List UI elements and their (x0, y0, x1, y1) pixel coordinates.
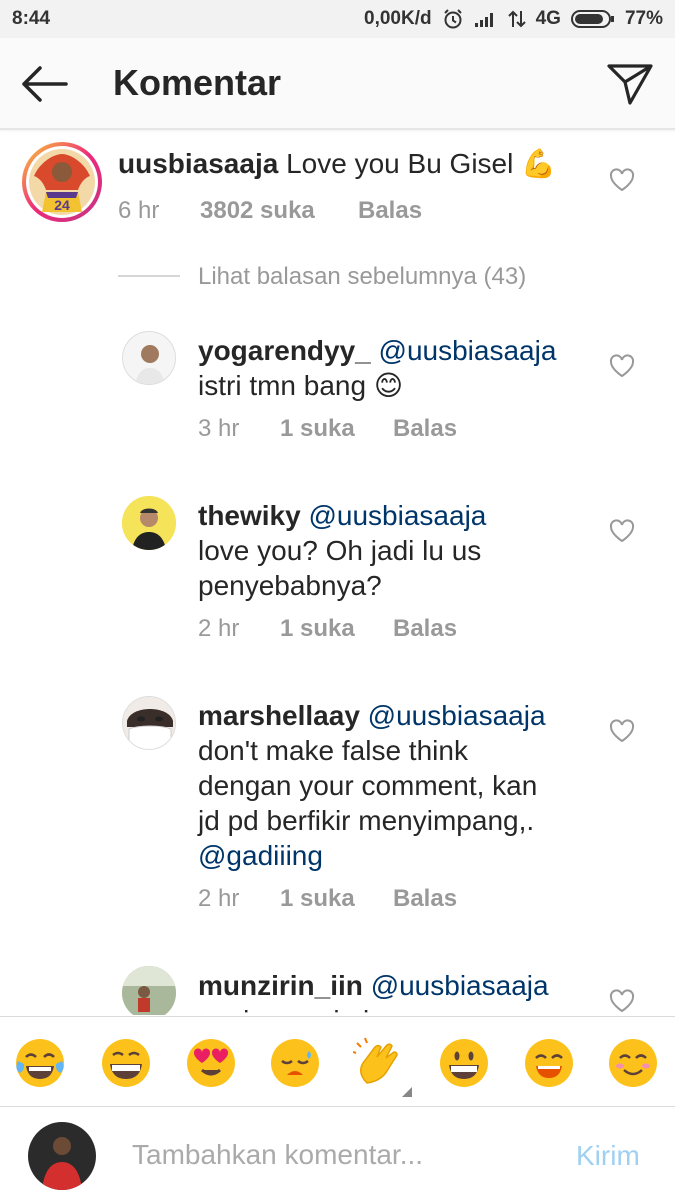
status-bar: 8:44 0,00K/d 4G 77% (0, 0, 675, 38)
comment-text-line: penyebabnya? (198, 570, 382, 601)
comment-mention[interactable]: @uusbiasaaja (368, 700, 546, 731)
comment-time: 2 hr (198, 885, 240, 912)
comment-mention[interactable]: @uusbiasaaja (308, 500, 486, 531)
grinning-smiling-eyes-emoji-icon[interactable] (523, 1037, 575, 1089)
basketball-player-avatar-icon: 24 (26, 146, 98, 218)
comment-meta: 6 hr 3802 suka Balas (118, 197, 422, 225)
alarm-icon (442, 8, 464, 30)
comment-text: Love you Bu Gisel (286, 148, 514, 179)
battery-icon (570, 9, 615, 29)
reply-comment: munzirin_iin @uusbiasaaja sopi sonoai aj… (0, 960, 675, 1015)
more-variants-indicator-icon (402, 1087, 412, 1097)
flexed-biceps-emoji: 💪 (521, 148, 556, 179)
comment-likes[interactable]: 3802 suka (200, 197, 358, 225)
divider (118, 275, 180, 277)
app-bar: Komentar (0, 38, 675, 130)
comment-mention[interactable]: @uusbiasaaja (371, 970, 549, 1001)
heart-icon[interactable] (609, 719, 635, 743)
comment-input[interactable] (132, 1135, 552, 1175)
comment-likes[interactable]: 1 suka (280, 415, 393, 443)
status-time: 8:44 (12, 8, 51, 29)
page-title: Komentar (113, 62, 282, 103)
comment-text-line: don't make false think (198, 735, 468, 766)
comment-username[interactable]: uusbiasaaja (118, 148, 278, 179)
comments-list[interactable]: 24 uusbiasaaja Love you Bu Gisel 💪 6 hr … (0, 130, 675, 1015)
user-photo-icon (28, 1122, 96, 1190)
comment-meta: 2 hr 1 suka Balas (198, 615, 457, 643)
reply-button[interactable]: Balas (393, 885, 457, 913)
reply-comment: yogarendyy_ @uusbiasaaja istri tmn bang … (0, 325, 675, 465)
heart-icon[interactable] (609, 989, 635, 1013)
comment-mention[interactable]: @gadiiing (198, 840, 323, 871)
comment-meta: 3 hr 1 suka Balas (198, 415, 457, 443)
comment-body: yogarendyy_ @uusbiasaaja istri tmn bang … (198, 333, 556, 403)
arrow-left-icon (22, 66, 68, 102)
comment-meta: 2 hr 1 suka Balas (198, 885, 457, 913)
comment-likes[interactable]: 1 suka (280, 885, 393, 913)
reply-button[interactable]: Balas (393, 415, 457, 443)
comment-text-line: sopi sonoai aja (198, 1005, 385, 1015)
avatar[interactable] (122, 331, 176, 385)
post-button[interactable]: Kirim (576, 1140, 640, 1172)
clapping-hands-emoji-icon[interactable] (353, 1037, 405, 1089)
main-comment: 24 uusbiasaaja Love you Bu Gisel 💪 6 hr … (0, 130, 675, 290)
current-user-avatar (28, 1122, 96, 1190)
back-button[interactable] (18, 60, 70, 108)
svg-text:24: 24 (54, 197, 70, 213)
comment-time: 6 hr (118, 197, 160, 224)
share-button[interactable] (604, 58, 656, 110)
heart-eyes-emoji-icon[interactable] (185, 1037, 237, 1089)
heart-icon[interactable] (609, 519, 635, 543)
avatar[interactable] (122, 696, 176, 750)
user-photo-icon (123, 697, 175, 749)
comment-username[interactable]: yogarendyy_ (198, 335, 371, 366)
user-photo-icon (135, 345, 165, 384)
comment-text-line: dengan your comment, kan (198, 770, 538, 801)
comment-username[interactable]: thewiky (198, 500, 301, 531)
battery-level: 77% (624, 8, 663, 29)
comment-text-line: jd pd berfikir menyimpang,. (198, 805, 535, 836)
reply-button[interactable]: Balas (393, 615, 457, 643)
smiling-emoji: 😊 (373, 370, 404, 401)
comment-text-line: love you? Oh jadi lu us (198, 535, 482, 566)
data-transfer-icon (507, 9, 526, 29)
paper-plane-icon (607, 64, 653, 105)
tears-of-joy-emoji-icon[interactable] (14, 1037, 66, 1089)
comment-text: istri tmn bang (198, 370, 367, 401)
comment-body: marshellaay @uusbiasaaja don't make fals… (198, 698, 546, 873)
reply-comment: marshellaay @uusbiasaaja don't make fals… (0, 690, 675, 930)
comment-time: 2 hr (198, 615, 240, 642)
grinning-squinting-emoji-icon[interactable] (100, 1037, 152, 1089)
heart-icon[interactable] (609, 354, 635, 378)
heart-icon[interactable] (609, 168, 635, 192)
emoji-quick-bar (0, 1016, 675, 1106)
user-photo-icon (122, 966, 176, 1015)
sad-relieved-emoji-icon[interactable] (269, 1037, 321, 1089)
grinning-face-emoji-icon[interactable] (438, 1037, 490, 1089)
comment-username[interactable]: marshellaay (198, 700, 360, 731)
comment-mention[interactable]: @uusbiasaaja (379, 335, 557, 366)
comment-username[interactable]: munzirin_iin (198, 970, 363, 1001)
comment-body: uusbiasaaja Love you Bu Gisel 💪 (118, 146, 556, 181)
view-previous-replies[interactable]: Lihat balasan sebelumnya (43) (198, 263, 526, 291)
comment-composer: Kirim (0, 1106, 675, 1200)
signal-icon (474, 10, 498, 28)
reply-comment: thewiky @uusbiasaaja love you? Oh jadi l… (0, 490, 675, 670)
user-photo-icon (122, 496, 176, 550)
comment-likes[interactable]: 1 suka (280, 615, 393, 643)
smiling-face-emoji-icon[interactable] (607, 1037, 659, 1089)
network-speed: 0,00K/d (364, 8, 432, 29)
reply-button[interactable]: Balas (358, 197, 422, 225)
avatar[interactable] (122, 966, 176, 1015)
comment-time: 3 hr (198, 415, 240, 442)
avatar[interactable]: 24 (22, 142, 102, 222)
comment-body: thewiky @uusbiasaaja love you? Oh jadi l… (198, 498, 486, 603)
network-type: 4G (535, 8, 561, 29)
avatar[interactable] (122, 496, 176, 550)
comment-body: munzirin_iin @uusbiasaaja sopi sonoai aj… (198, 968, 549, 1015)
